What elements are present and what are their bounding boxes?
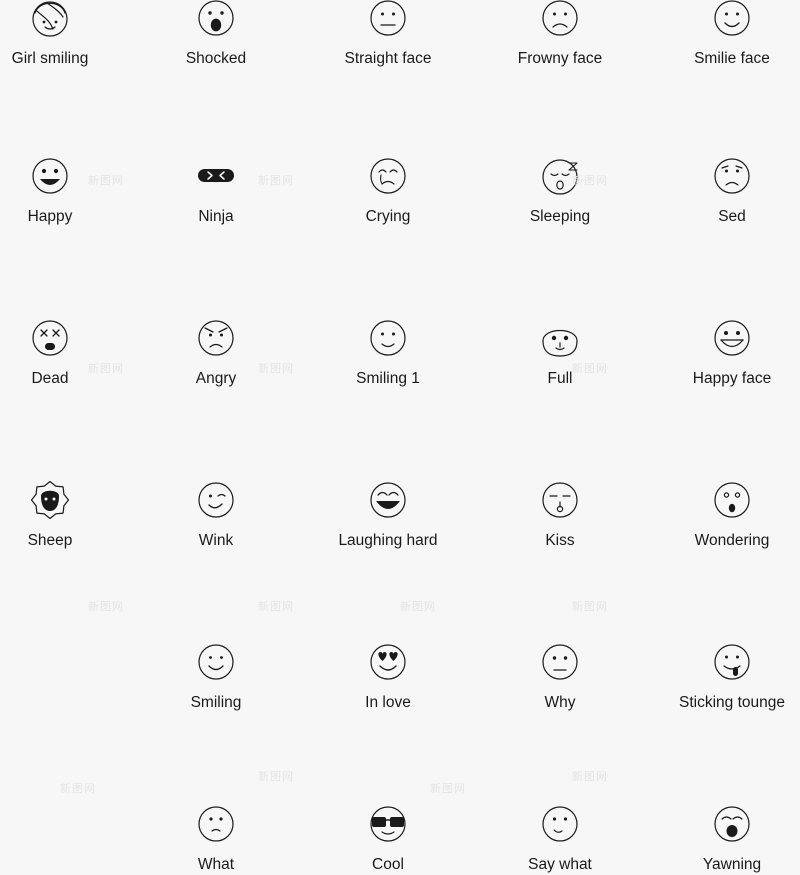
wondering-face-icon bbox=[646, 474, 800, 526]
icon-cell-ninja-face[interactable]: Ninja bbox=[130, 150, 302, 227]
say-what-face-icon bbox=[474, 798, 646, 850]
icon-cell-wink-face[interactable]: Wink bbox=[130, 474, 302, 551]
laughing-hard-face-icon bbox=[302, 474, 474, 526]
happy-face-icon bbox=[0, 150, 136, 202]
dead-face-icon bbox=[0, 312, 136, 364]
icon-label: Why bbox=[544, 694, 576, 711]
icon-cell-sad-face[interactable]: Sed bbox=[646, 150, 800, 227]
icon-label: Wondering bbox=[694, 532, 770, 549]
full-face-icon bbox=[474, 312, 646, 364]
icon-cell-say-what-face[interactable]: Say what bbox=[474, 798, 646, 875]
smilie-face-icon bbox=[646, 0, 800, 44]
icon-label: Full bbox=[547, 370, 573, 387]
emoji-icon-grid: Girl smiling Shocked Straight face Frowny f… bbox=[0, 0, 800, 875]
sheep-face-icon bbox=[0, 474, 136, 526]
smiling-face-icon bbox=[130, 636, 302, 688]
icon-label: Happy face bbox=[692, 370, 772, 387]
icon-cell-wondering-face[interactable]: Wondering bbox=[646, 474, 800, 551]
icon-cell-yawning-face[interactable]: Yawning bbox=[646, 798, 800, 875]
icon-label: Shocked bbox=[185, 50, 247, 67]
ninja-face-icon bbox=[130, 150, 302, 202]
kiss-face-icon bbox=[474, 474, 646, 526]
icon-cell-sheep-face[interactable]: Sheep bbox=[0, 474, 136, 551]
crying-face-icon bbox=[302, 150, 474, 202]
cool-sunglasses-face-icon bbox=[302, 798, 474, 850]
happy-open-mouth-face-icon bbox=[646, 312, 800, 364]
icon-label: Crying bbox=[365, 208, 411, 225]
icon-cell-girl-smiling-face[interactable]: Girl smiling bbox=[0, 0, 136, 69]
why-face-icon bbox=[474, 636, 646, 688]
icon-label: Happy bbox=[27, 208, 73, 225]
icon-label: Smiling 1 bbox=[356, 370, 420, 387]
what-face-icon bbox=[130, 798, 302, 850]
icon-label: Angry bbox=[195, 370, 237, 387]
icon-cell-straight-face[interactable]: Straight face bbox=[302, 0, 474, 69]
icon-label: Wink bbox=[198, 532, 234, 549]
icon-cell-laughing-hard-face[interactable]: Laughing hard bbox=[302, 474, 474, 551]
smiling-one-face-icon bbox=[302, 312, 474, 364]
sleeping-face-icon bbox=[474, 150, 646, 202]
in-love-face-icon bbox=[302, 636, 474, 688]
icon-label: Laughing hard bbox=[338, 532, 438, 549]
icon-cell-frowny-face[interactable]: Frowny face bbox=[474, 0, 646, 69]
icon-cell-kiss-face[interactable]: Kiss bbox=[474, 474, 646, 551]
icon-label: Smiling bbox=[190, 694, 242, 711]
icon-cell-smilie-face[interactable]: Smilie face bbox=[646, 0, 800, 69]
icon-cell-shocked-face[interactable]: Shocked bbox=[130, 0, 302, 69]
icon-cell-smiling-one-face[interactable]: Smiling 1 bbox=[302, 312, 474, 389]
icon-cell-happy-open-mouth-face[interactable]: Happy face bbox=[646, 312, 800, 389]
icon-cell-full-face[interactable]: Full bbox=[474, 312, 646, 389]
straight-face-icon bbox=[302, 0, 474, 44]
girl-smiling-face-icon bbox=[0, 0, 136, 44]
icon-cell-sleeping-face[interactable]: Sleeping bbox=[474, 150, 646, 227]
icon-cell-crying-face[interactable]: Crying bbox=[302, 150, 474, 227]
icon-label: Sticking tounge bbox=[679, 694, 785, 711]
icon-cell-cool-sunglasses-face[interactable]: Cool bbox=[302, 798, 474, 875]
sticking-tongue-face-icon bbox=[646, 636, 800, 688]
yawning-face-icon bbox=[646, 798, 800, 850]
icon-cell-what-face[interactable]: What bbox=[130, 798, 302, 875]
icon-cell-angry-face[interactable]: Angry bbox=[130, 312, 302, 389]
icon-label: Sed bbox=[718, 208, 746, 225]
frowny-face-icon bbox=[474, 0, 646, 44]
icon-cell-dead-face[interactable]: Dead bbox=[0, 312, 136, 389]
shocked-face-icon bbox=[130, 0, 302, 44]
icon-label: Straight face bbox=[344, 50, 432, 67]
icon-label: Kiss bbox=[545, 532, 575, 549]
icon-cell-in-love-face[interactable]: In love bbox=[302, 636, 474, 713]
icon-label: Frowny face bbox=[517, 50, 603, 67]
icon-label: Sheep bbox=[27, 532, 73, 549]
icon-label: Dead bbox=[31, 370, 69, 387]
icon-cell-smiling-face[interactable]: Smiling bbox=[130, 636, 302, 713]
icon-cell-sticking-tongue-face[interactable]: Sticking tounge bbox=[646, 636, 800, 713]
icon-cell-why-face[interactable]: Why bbox=[474, 636, 646, 713]
angry-face-icon bbox=[130, 312, 302, 364]
icon-label: Ninja bbox=[198, 208, 234, 225]
icon-label: Sleeping bbox=[529, 208, 591, 225]
sad-face-icon bbox=[646, 150, 800, 202]
wink-face-icon bbox=[130, 474, 302, 526]
icon-label: Smilie face bbox=[694, 50, 770, 67]
icon-cell-happy-face[interactable]: Happy bbox=[0, 150, 136, 227]
icon-label: In love bbox=[365, 694, 411, 711]
icon-label: Girl smiling bbox=[11, 50, 89, 67]
